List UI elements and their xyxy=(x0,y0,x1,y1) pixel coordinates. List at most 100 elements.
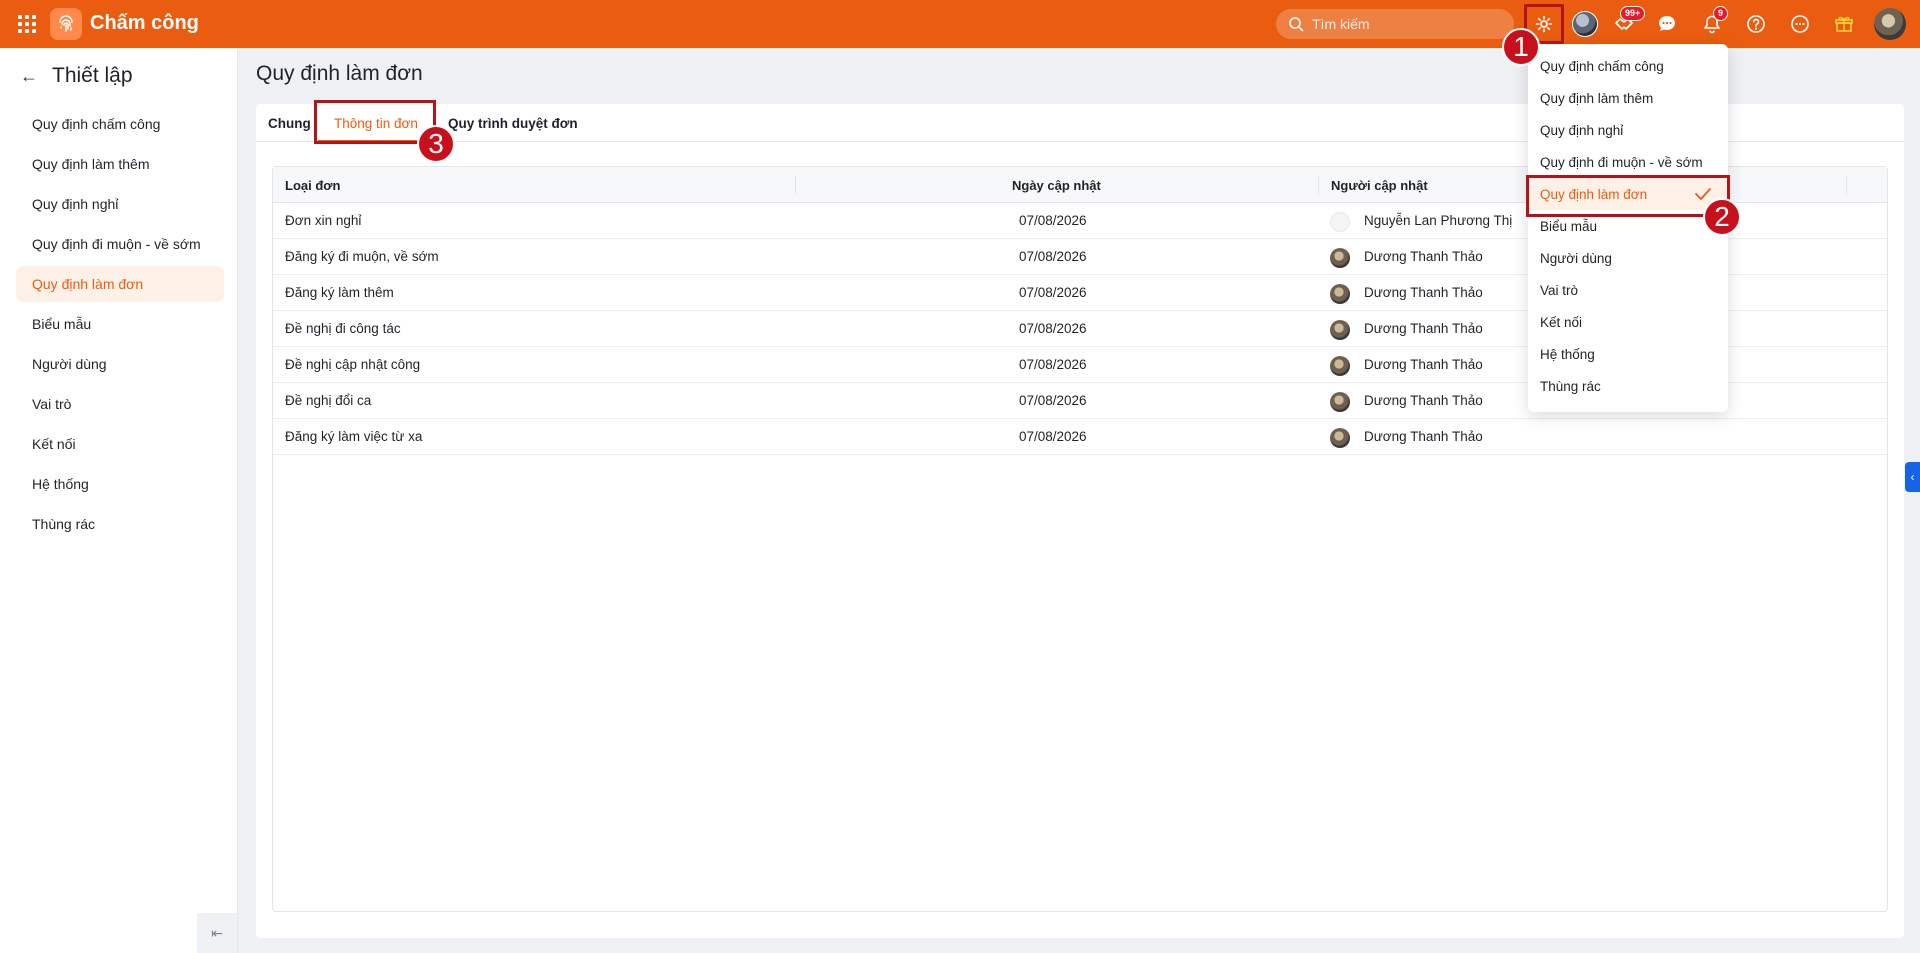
help-icon xyxy=(1747,15,1765,33)
updated-by: Dương Thanh Thảo xyxy=(1364,285,1483,300)
avatar xyxy=(1330,320,1350,340)
menu-item-bieu-mau[interactable]: Biểu mẫu xyxy=(1528,210,1728,242)
request-type: Đề nghị đi công tác xyxy=(285,321,401,336)
search-box[interactable] xyxy=(1276,9,1514,39)
sidebar-item-quy-dinh-di-muon-ve-som[interactable]: Quy định đi muộn - về sớm xyxy=(16,226,224,262)
rewards-button[interactable] xyxy=(1832,12,1856,36)
request-type: Đăng ký làm việc từ xa xyxy=(285,429,423,444)
avatar xyxy=(1330,392,1350,412)
menu-item-vai-tro[interactable]: Vai trò xyxy=(1528,274,1728,306)
apps-badge: 99+ xyxy=(1620,6,1646,21)
checkmark-icon xyxy=(1695,188,1711,200)
sidebar-item-quy-dinh-lam-don[interactable]: Quy định làm đơn xyxy=(16,266,224,302)
sidebar-title: Thiết lập xyxy=(52,64,133,87)
updated-by: Dương Thanh Thảo xyxy=(1364,393,1483,408)
sidebar: ← Thiết lập Quy định chấm công Quy định … xyxy=(0,48,238,953)
column-divider xyxy=(1318,175,1319,195)
avatar xyxy=(1330,428,1350,448)
column-header-nguoi-cap-nhat[interactable]: Người cập nhật xyxy=(1331,178,1428,193)
apps-switcher-button[interactable]: 99+ xyxy=(1612,6,1646,36)
updated-by: Dương Thanh Thảo xyxy=(1364,429,1483,444)
sidebar-header: ← Thiết lập xyxy=(20,64,133,88)
updated-by: Nguyễn Lan Phương Thị xyxy=(1364,213,1513,228)
menu-item-label: Quy định làm đơn xyxy=(1540,186,1648,202)
gear-icon xyxy=(1535,15,1553,33)
tab-thong-tin-don[interactable]: Thông tin đơn xyxy=(334,116,418,131)
request-type: Đề nghị cập nhật công xyxy=(285,357,421,372)
avatar xyxy=(1330,284,1350,304)
updated-date: 07/08/2026 xyxy=(1019,285,1087,300)
column-header-loai-don[interactable]: Loại đơn xyxy=(285,178,340,193)
notifications-badge: 9 xyxy=(1713,6,1729,21)
app-logo[interactable] xyxy=(50,8,82,40)
menu-item-quy-dinh-di-muon-ve-som[interactable]: Quy định đi muộn - về sớm xyxy=(1528,146,1728,178)
page-title: Quy định làm đơn xyxy=(256,62,423,85)
top-bar: Chấm công 99+ 9 xyxy=(0,0,1920,48)
request-type: Đăng ký làm thêm xyxy=(285,285,394,300)
sidebar-item-quy-dinh-nghi[interactable]: Quy định nghỉ xyxy=(16,186,224,222)
menu-item-quy-dinh-lam-don[interactable]: Quy định làm đơn xyxy=(1528,178,1728,210)
menu-item-quy-dinh-nghi[interactable]: Quy định nghỉ xyxy=(1528,114,1728,146)
collapse-icon: ⇤ xyxy=(211,924,223,941)
updated-date: 07/08/2026 xyxy=(1019,321,1087,336)
gift-icon xyxy=(1835,16,1853,32)
updated-date: 07/08/2026 xyxy=(1019,249,1087,264)
sidebar-item-nguoi-dung[interactable]: Người dùng xyxy=(16,346,224,382)
step-marker-2: 2 xyxy=(1703,198,1741,236)
updated-by: Dương Thanh Thảo xyxy=(1364,357,1483,372)
more-button[interactable] xyxy=(1788,12,1812,36)
menu-item-nguoi-dung[interactable]: Người dùng xyxy=(1528,242,1728,274)
chat-icon xyxy=(1659,16,1675,31)
sidebar-item-bieu-mau[interactable]: Biểu mẫu xyxy=(16,306,224,342)
avatar xyxy=(1330,212,1350,232)
menu-item-he-thong[interactable]: Hệ thống xyxy=(1528,338,1728,370)
notifications-button[interactable]: 9 xyxy=(1700,6,1729,36)
avatar xyxy=(1330,356,1350,376)
step-marker-1: 1 xyxy=(1502,28,1540,66)
avatar xyxy=(1874,8,1906,40)
request-type: Đơn xin nghỉ xyxy=(285,213,362,228)
settings-button[interactable] xyxy=(1532,12,1556,36)
updated-by: Dương Thanh Thảo xyxy=(1364,249,1483,264)
right-panel-toggle[interactable]: ‹ xyxy=(1905,462,1920,492)
request-type: Đăng ký đi muộn, về sớm xyxy=(285,249,439,264)
step-marker-3: 3 xyxy=(417,125,455,163)
app-title[interactable]: Chấm công xyxy=(90,12,199,35)
search-icon xyxy=(1289,17,1304,32)
updated-date: 07/08/2026 xyxy=(1019,393,1087,408)
sidebar-nav: Quy định chấm công Quy định làm thêm Quy… xyxy=(16,106,224,546)
sidebar-item-he-thong[interactable]: Hệ thống xyxy=(16,466,224,502)
updated-date: 07/08/2026 xyxy=(1019,357,1087,372)
search-input[interactable] xyxy=(1312,16,1502,32)
sidebar-item-quy-dinh-lam-them[interactable]: Quy định làm thêm xyxy=(16,146,224,182)
tab-quy-trinh-duyet-don[interactable]: Quy trình duyệt đơn xyxy=(448,116,578,131)
avatar xyxy=(1572,11,1598,37)
chevron-left-icon: ‹ xyxy=(1910,470,1915,484)
help-button[interactable] xyxy=(1744,12,1768,36)
table-row[interactable]: Đăng ký làm việc từ xa 07/08/2026 Dương … xyxy=(273,419,1887,455)
sidebar-item-ket-noi[interactable]: Kết nối xyxy=(16,426,224,462)
user-avatar-small[interactable] xyxy=(1571,10,1599,38)
column-divider xyxy=(795,175,796,195)
sidebar-item-thung-rac[interactable]: Thùng rác xyxy=(16,506,224,542)
request-type: Đề nghị đổi ca xyxy=(285,393,372,408)
fingerprint-icon xyxy=(59,15,73,32)
back-arrow-icon[interactable]: ← xyxy=(20,66,38,87)
menu-item-quy-dinh-cham-cong[interactable]: Quy định chấm công xyxy=(1528,50,1728,82)
chat-button[interactable] xyxy=(1655,12,1679,36)
profile-avatar[interactable] xyxy=(1874,8,1906,40)
more-icon xyxy=(1791,15,1809,33)
updated-by: Dương Thanh Thảo xyxy=(1364,321,1483,336)
apps-grid-icon[interactable] xyxy=(18,15,36,33)
sidebar-item-vai-tro[interactable]: Vai trò xyxy=(16,386,224,422)
column-header-ngay-cap-nhat[interactable]: Ngày cập nhật xyxy=(1012,178,1101,193)
updated-date: 07/08/2026 xyxy=(1019,429,1087,444)
updated-date: 07/08/2026 xyxy=(1019,213,1087,228)
menu-item-quy-dinh-lam-them[interactable]: Quy định làm thêm xyxy=(1528,82,1728,114)
menu-item-thung-rac[interactable]: Thùng rác xyxy=(1528,370,1728,402)
column-divider xyxy=(1846,175,1847,195)
menu-item-ket-noi[interactable]: Kết nối xyxy=(1528,306,1728,338)
sidebar-item-quy-dinh-cham-cong[interactable]: Quy định chấm công xyxy=(16,106,224,142)
tab-chung[interactable]: Chung xyxy=(268,116,311,131)
collapse-sidebar-button[interactable]: ⇤ xyxy=(197,913,237,953)
